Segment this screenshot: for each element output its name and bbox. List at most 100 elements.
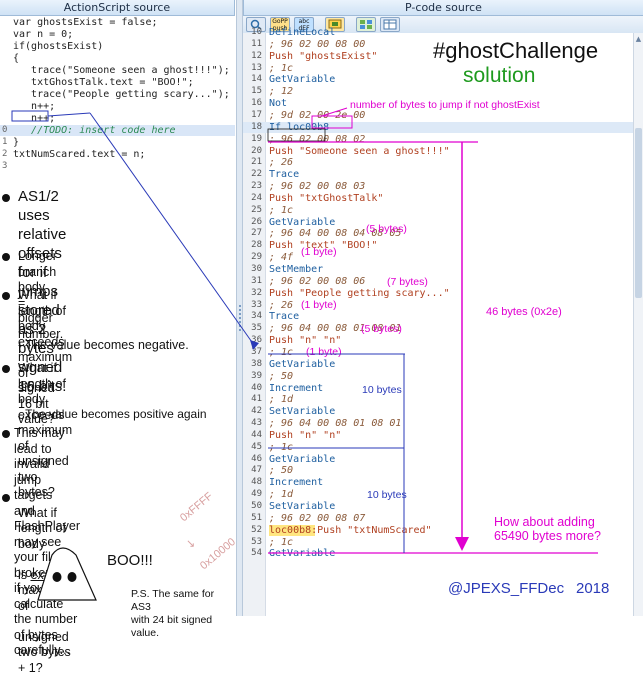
pcode-text: ; 1c	[269, 346, 294, 358]
bullet-icon	[2, 194, 10, 202]
actionscript-panel-header: ActionScript source	[0, 0, 235, 16]
line-number: 10	[251, 27, 262, 37]
pcode-line[interactable]: 26 GetVariable	[243, 217, 633, 228]
pcode-text: Trace	[269, 169, 300, 181]
pcode-line[interactable]: 27; 96 04 00 08 04 08 05	[243, 228, 633, 239]
line-number: 48	[251, 477, 262, 488]
scroll-up-icon[interactable]: ▲	[635, 35, 642, 43]
code-line[interactable]: {	[0, 53, 235, 64]
hex-ffff-label: 0xFFFF	[178, 490, 216, 525]
pcode-text: Not	[269, 98, 288, 110]
pcode-line[interactable]: 21 ; 26	[243, 157, 633, 168]
pcode-text: ; 1c	[269, 204, 294, 216]
pcode-text: ; 12	[269, 86, 294, 98]
panel-splitter[interactable]	[236, 0, 243, 616]
line-number: 44	[251, 429, 262, 440]
ps-note: P.S. The same for AS3 with 24 bit signed…	[131, 588, 215, 639]
pcode-line[interactable]: 47 ; 50	[243, 465, 633, 476]
pcode-line[interactable]: 36 Push "n" "n"	[243, 335, 633, 346]
pcode-line[interactable]: 38 GetVariable	[243, 359, 633, 370]
line-number: 1	[2, 137, 8, 147]
pcode-line[interactable]: 23 ; 96 02 00 08 03	[243, 181, 633, 192]
pcode-text: Push "txtGhostTalk"	[269, 192, 384, 204]
code-line[interactable]: txtGhostTalk.text = "BOO!";	[0, 77, 235, 88]
code-line[interactable]: 3	[0, 161, 235, 172]
pcode-text: ; 4f	[269, 252, 294, 264]
actionscript-editor[interactable]: var ghostsExist = false; var n = 0; if(gho…	[0, 17, 235, 197]
pcode-line[interactable]: 54 GetVariable	[243, 548, 633, 559]
pcode-text: ; 1c	[269, 441, 294, 453]
code-line[interactable]: n++;	[0, 101, 235, 112]
pcode-line[interactable]: 43 ; 96 04 00 08 01 08 01	[243, 418, 633, 429]
pcode-line[interactable]: 32 Push "People getting scary..."	[243, 288, 633, 299]
pcode-text: Push "ghostsExist"	[269, 50, 378, 62]
pcode-text: ; 50	[269, 465, 294, 477]
pcode-text: If loc00b8	[269, 121, 330, 133]
code-line[interactable]: 0 //TODO: insert code here	[0, 125, 235, 136]
ghost-icon	[37, 547, 97, 601]
pcode-line[interactable]: 42 SetVariable	[243, 406, 633, 417]
pcode-line[interactable]: 46 GetVariable	[243, 454, 633, 465]
pcode-line[interactable]: 10 DefineLocal	[243, 27, 633, 38]
pcode-line[interactable]: 19 ; 96 02 00 08 02	[243, 134, 633, 145]
pcode-line[interactable]: 13 ; 1c	[243, 63, 633, 74]
line-number: 25	[251, 204, 262, 215]
pcode-line[interactable]: 48 Increment	[243, 477, 633, 488]
line-number: 53	[251, 536, 262, 547]
line-number: 23	[251, 181, 262, 192]
pcode-line[interactable]: 30 SetMember	[243, 264, 633, 275]
pcode-line[interactable]: 40 Increment	[243, 383, 633, 394]
code-line[interactable]: 2 txtNumScared.text = n;	[0, 149, 235, 160]
line-number: 14	[251, 74, 262, 85]
bullet-icon	[2, 292, 10, 300]
line-number: 43	[251, 418, 262, 429]
line-number: 3	[2, 161, 8, 171]
pcode-line[interactable]: 41 ; 1d	[243, 394, 633, 405]
pcode-line[interactable]: 18 If loc00b8	[243, 121, 633, 133]
bullet-icon	[2, 494, 10, 502]
pcode-line[interactable]: 31 ; 96 02 00 08 06	[243, 276, 633, 287]
bullet-icon	[2, 253, 10, 261]
line-number: 51	[251, 512, 262, 523]
pcode-line[interactable]: 17 ; 9d 02 00 2e 00	[243, 110, 633, 121]
pcode-text: Increment	[269, 477, 324, 489]
splitter-grip-icon[interactable]	[239, 305, 241, 333]
pcode-text: GetVariable	[269, 453, 336, 465]
pcode-text: GetVariable	[269, 216, 336, 228]
pcode-line[interactable]: 34 Trace	[243, 311, 633, 322]
pcode-line[interactable]: 22 Trace	[243, 169, 633, 180]
code-line[interactable]: var n = 0;	[0, 29, 235, 40]
pcode-line[interactable]: 14 GetVariable	[243, 74, 633, 85]
code-line[interactable]: if(ghostsExist)	[0, 41, 235, 52]
pcode-line[interactable]: 45 ; 1c	[243, 442, 633, 453]
line-number: 0	[2, 125, 8, 135]
code-line[interactable]: trace("People getting scary...");	[0, 89, 235, 100]
pcode-line[interactable]: 44 Push "n" "n"	[243, 430, 633, 441]
pcode-line[interactable]: 25 ; 1c	[243, 205, 633, 216]
vertical-scrollbar[interactable]: ▲	[633, 33, 643, 616]
code-line[interactable]: var ghostsExist = false;	[0, 17, 235, 28]
line-number: 11	[251, 38, 262, 49]
pcode-text: Push "n" "n"	[269, 335, 342, 347]
pcode-text: Push "n" "n"	[269, 429, 342, 441]
line-number: 20	[251, 145, 262, 156]
line-number: 2	[2, 149, 8, 159]
pcode-line[interactable]: 20 Push "Someone seen a ghost!!!"	[243, 146, 633, 157]
scroll-thumb[interactable]	[635, 128, 642, 298]
pcode-line[interactable]: 50 SetVariable	[243, 501, 633, 512]
code-line[interactable]: n++;	[0, 113, 235, 124]
solution-label: solution	[463, 64, 536, 87]
pcode-line[interactable]: 15 ; 12	[243, 86, 633, 97]
bullet-icon	[2, 430, 10, 438]
pcode-line[interactable]: 24 Push "txtGhostTalk"	[243, 193, 633, 204]
pcode-line[interactable]: 49 ; 1d	[243, 489, 633, 500]
pcode-line[interactable]: 39 ; 50	[243, 371, 633, 382]
pcode-text: ; 9d 02 00 2e 00	[269, 109, 366, 121]
line-number: 12	[251, 50, 262, 61]
code-line[interactable]: trace("Someone seen a ghost!!!");	[0, 65, 235, 76]
pcode-line[interactable]: 35; 96 04 00 08 01 08 01	[243, 323, 633, 334]
line-number: 33	[251, 299, 262, 310]
code-line[interactable]: 1}	[0, 137, 235, 148]
pcode-line[interactable]: 37 ; 1c	[243, 347, 633, 358]
line-number: 28	[251, 240, 262, 251]
